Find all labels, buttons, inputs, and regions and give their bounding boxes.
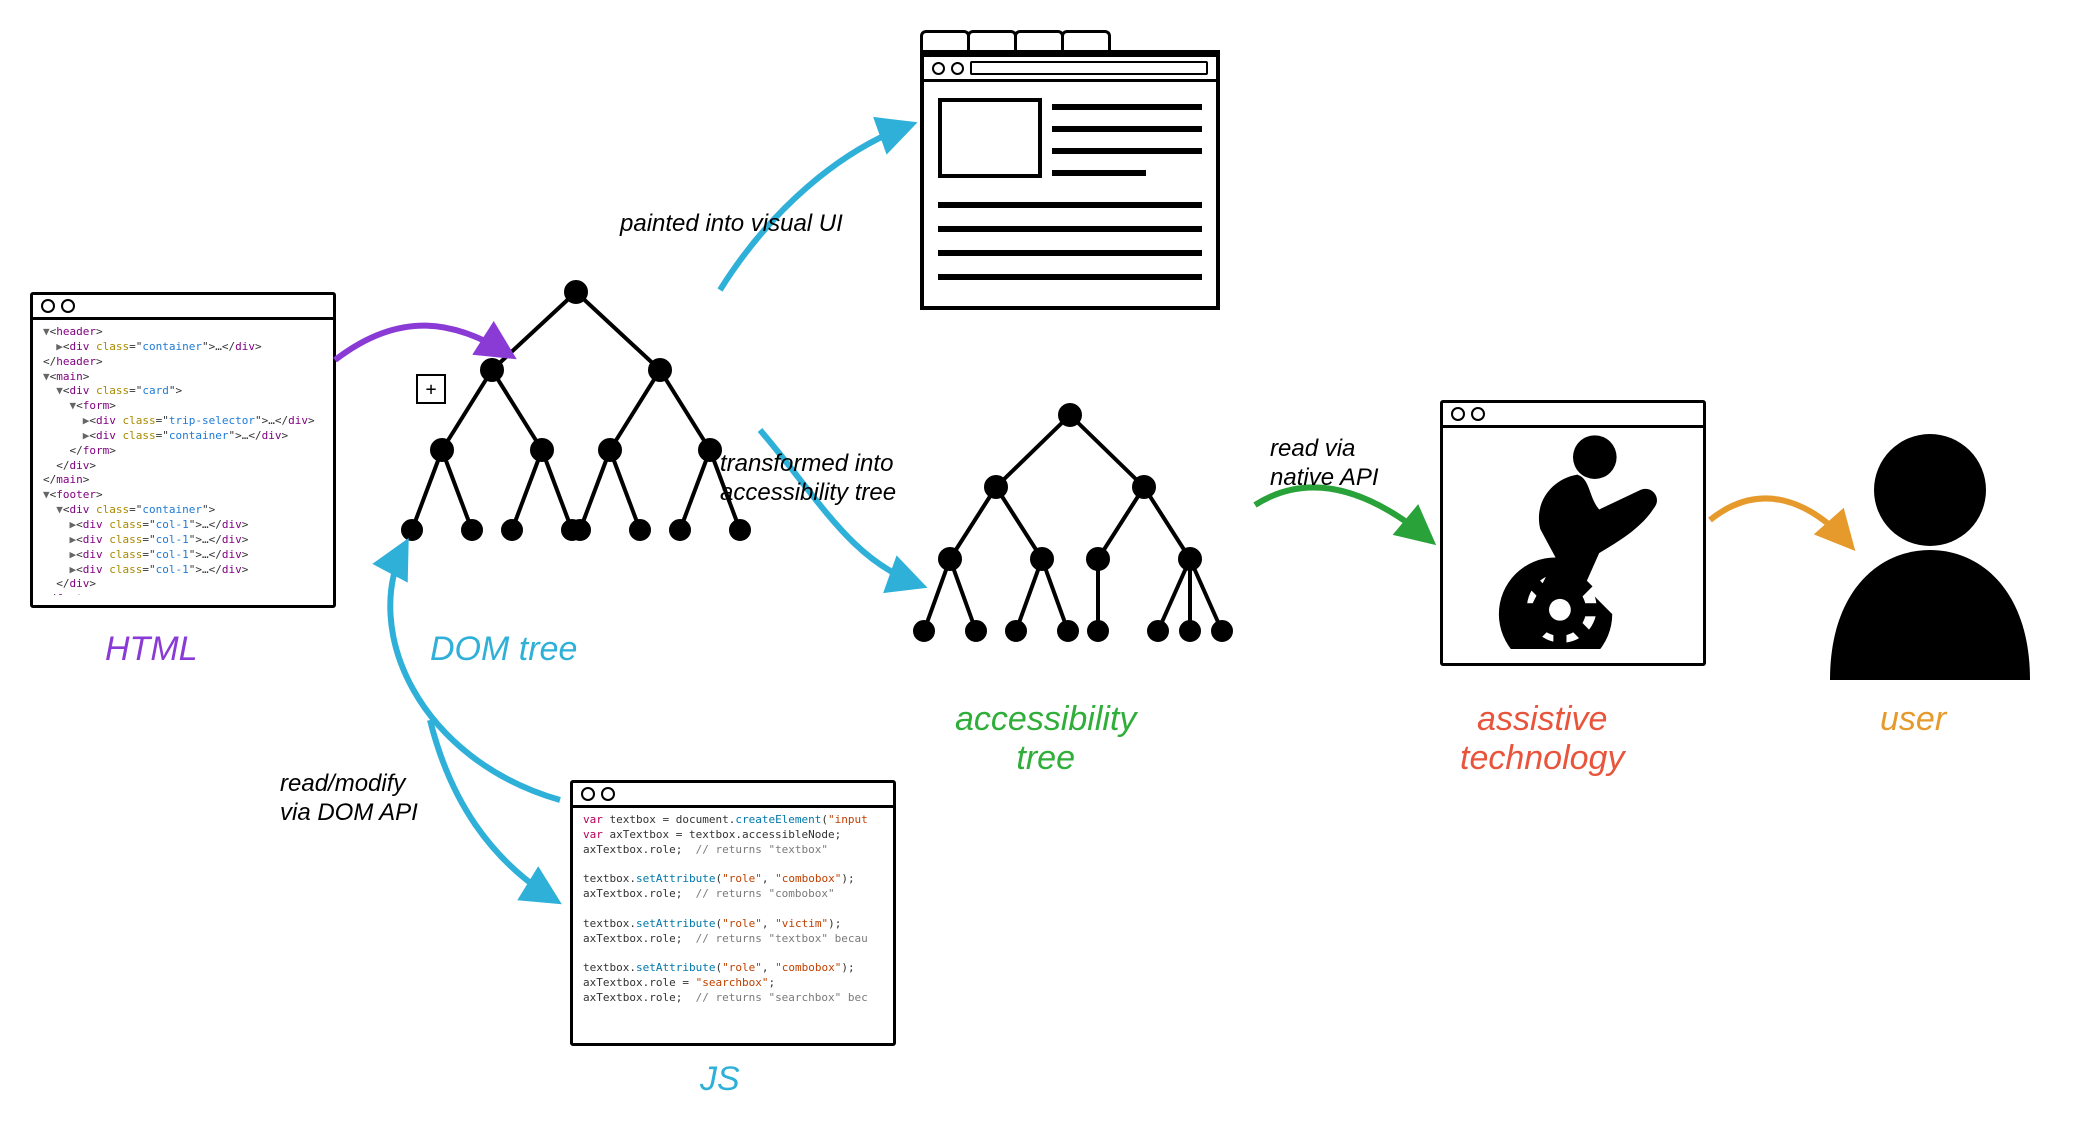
user-label: user — [1880, 700, 1946, 739]
thumbnail-icon — [938, 98, 1042, 178]
window-titlebar — [1443, 403, 1703, 428]
arrow-label-read-modify-l1: read/modify — [280, 770, 405, 797]
accessibility-tree-label: accessibility tree — [955, 700, 1136, 778]
arrow-label-read-native-l1: read via — [1270, 435, 1355, 462]
arrow-label-read-modify-l2: via DOM API — [280, 799, 418, 826]
arrow-label-read-native: read via native API — [1270, 435, 1379, 493]
window-dot-icon — [61, 299, 75, 313]
js-label: JS — [700, 1060, 740, 1099]
window-titlebar — [33, 295, 333, 320]
window-dot-icon — [932, 62, 945, 75]
arrow-label-painted: painted into visual UI — [620, 210, 843, 239]
js-source-window: var textbox = document.createElement("in… — [570, 780, 896, 1046]
accessibility-tree-label-l2: tree — [1016, 739, 1075, 777]
arrow-dom-to-js — [430, 720, 555, 900]
accessibility-icon — [1457, 431, 1689, 649]
html-source-window: ▼<header> ▶<div class="container">…</div… — [30, 292, 336, 608]
assistive-technology-label-l2: technology — [1460, 739, 1624, 777]
arrow-label-transformed: transformed into accessibility tree — [720, 450, 896, 508]
window-titlebar — [573, 783, 893, 808]
visual-ui-browser — [920, 30, 1220, 310]
arrow-label-transformed-l2: accessibility tree — [720, 479, 896, 506]
arrow-label-read-native-l2: native API — [1270, 464, 1379, 491]
js-code-body: var textbox = document.createElement("in… — [583, 813, 883, 1033]
user-icon — [1820, 420, 2040, 680]
arrow-label-read-modify: read/modify via DOM API — [280, 770, 418, 828]
diagram-stage: ▼<header> ▶<div class="container">…</div… — [0, 0, 2074, 1146]
window-dot-icon — [581, 787, 595, 801]
accessibility-tree-graphic — [900, 395, 1260, 715]
window-dot-icon — [601, 787, 615, 801]
assistive-technology-window — [1440, 400, 1706, 666]
arrow-a11y-to-assistive-tech — [1255, 487, 1430, 540]
arrow-label-transformed-l1: transformed into — [720, 450, 893, 477]
arrow-dom-to-visual-ui — [720, 125, 910, 290]
window-dot-icon — [1471, 407, 1485, 421]
window-dot-icon — [41, 299, 55, 313]
assistive-technology-label-l1: assistive — [1477, 700, 1607, 738]
window-dot-icon — [951, 62, 964, 75]
address-bar-icon — [970, 61, 1208, 75]
window-dot-icon — [1451, 407, 1465, 421]
html-label: HTML — [105, 630, 198, 669]
accessibility-tree-label-l1: accessibility — [955, 700, 1136, 738]
browser-toolbar — [924, 54, 1216, 82]
html-code-body: ▼<header> ▶<div class="container">…</div… — [43, 325, 323, 595]
dom-tree-label: DOM tree — [430, 630, 577, 669]
browser-tabs — [920, 30, 1220, 50]
assistive-technology-label: assistive technology — [1460, 700, 1624, 778]
